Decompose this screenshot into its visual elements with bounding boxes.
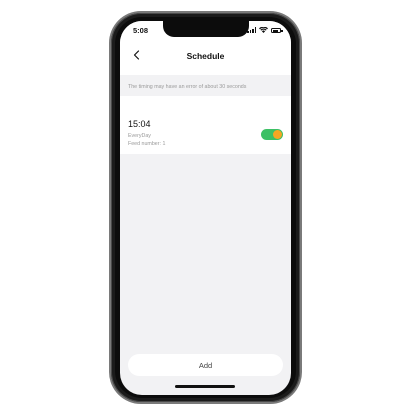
- notch: [163, 21, 249, 37]
- battery-icon: [271, 28, 283, 33]
- status-icons: [247, 27, 283, 33]
- status-time: 5:08: [133, 26, 149, 35]
- wifi-icon: [259, 27, 268, 33]
- add-button[interactable]: Add: [128, 354, 283, 376]
- schedule-enable-toggle[interactable]: [261, 129, 283, 140]
- schedule-item[interactable]: 15:04 EveryDay Feed number: 1: [120, 96, 291, 154]
- page-title: Schedule: [186, 51, 225, 61]
- schedule-repeat: EveryDay: [128, 133, 151, 139]
- nav-bar: Schedule: [120, 39, 291, 75]
- schedule-feed-number: Feed number: 1: [128, 141, 166, 147]
- timing-notice: The timing may have an error of about 30…: [128, 84, 247, 90]
- app-screen: 5:08 Schedule The timing may have an err…: [120, 21, 291, 395]
- home-indicator: [175, 385, 235, 388]
- toggle-knob: [273, 130, 282, 139]
- schedule-time: 15:04: [128, 119, 151, 129]
